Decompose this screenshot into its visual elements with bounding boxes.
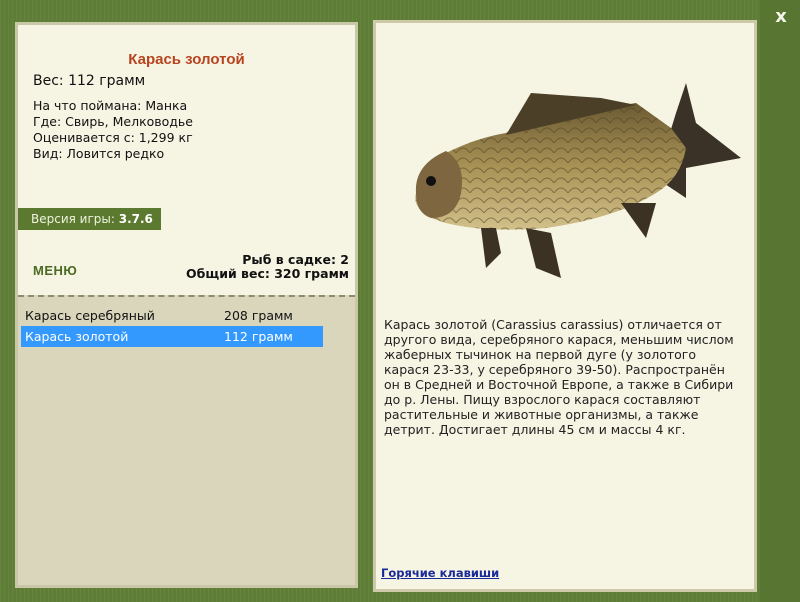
bait-info: На что поймана: Манка bbox=[33, 98, 188, 113]
version-label: Версия игры: bbox=[31, 212, 115, 226]
fish-list: Карась серебряный 208 грамм Карась золот… bbox=[21, 305, 323, 347]
fish-title: Карась золотой bbox=[128, 51, 245, 68]
close-button[interactable]: x bbox=[770, 6, 792, 28]
version-bar: Версия игры: 3.7.6 bbox=[18, 208, 161, 230]
keepnet-count: Рыб в садке: 2 bbox=[242, 252, 349, 267]
fish-weight: Вес: 112 грамм bbox=[33, 73, 146, 89]
fish-list-weight: 112 грамм bbox=[224, 329, 293, 344]
rarity-info: Вид: Ловится редко bbox=[33, 146, 165, 161]
fish-image bbox=[415, 83, 741, 278]
fish-list-weight: 208 грамм bbox=[224, 308, 293, 323]
fish-list-name: Карась золотой bbox=[25, 329, 129, 344]
fish-list-item[interactable]: Карась серебряный 208 грамм bbox=[21, 305, 323, 326]
fish-description: Карась золотой (Carassius carassius) отл… bbox=[384, 317, 734, 437]
catch-info-area: Карась золотой Вес: 112 грамм На что пой… bbox=[18, 25, 355, 295]
catch-panel: Карась золотой Вес: 112 грамм На что пой… bbox=[15, 22, 358, 588]
menu-button[interactable]: МЕНЮ bbox=[33, 263, 77, 278]
keepnet-summary: Рыб в садке: 2 Общий вес: 320 грамм bbox=[186, 253, 349, 281]
location-info: Где: Свирь, Мелководье bbox=[33, 114, 193, 129]
fish-list-item-selected[interactable]: Карась золотой 112 грамм bbox=[21, 326, 323, 347]
divider bbox=[18, 295, 355, 297]
version-value: 3.7.6 bbox=[118, 212, 153, 226]
keepnet-total: Общий вес: 320 грамм bbox=[186, 266, 349, 281]
value-info: Оценивается с: 1,299 кг bbox=[33, 130, 193, 145]
hotkeys-link[interactable]: Горячие клавиши bbox=[381, 566, 499, 580]
background-strip bbox=[760, 0, 800, 602]
fish-detail-panel: Карась золотой (Carassius carassius) отл… bbox=[373, 20, 757, 592]
fish-list-name: Карась серебряный bbox=[25, 308, 155, 323]
